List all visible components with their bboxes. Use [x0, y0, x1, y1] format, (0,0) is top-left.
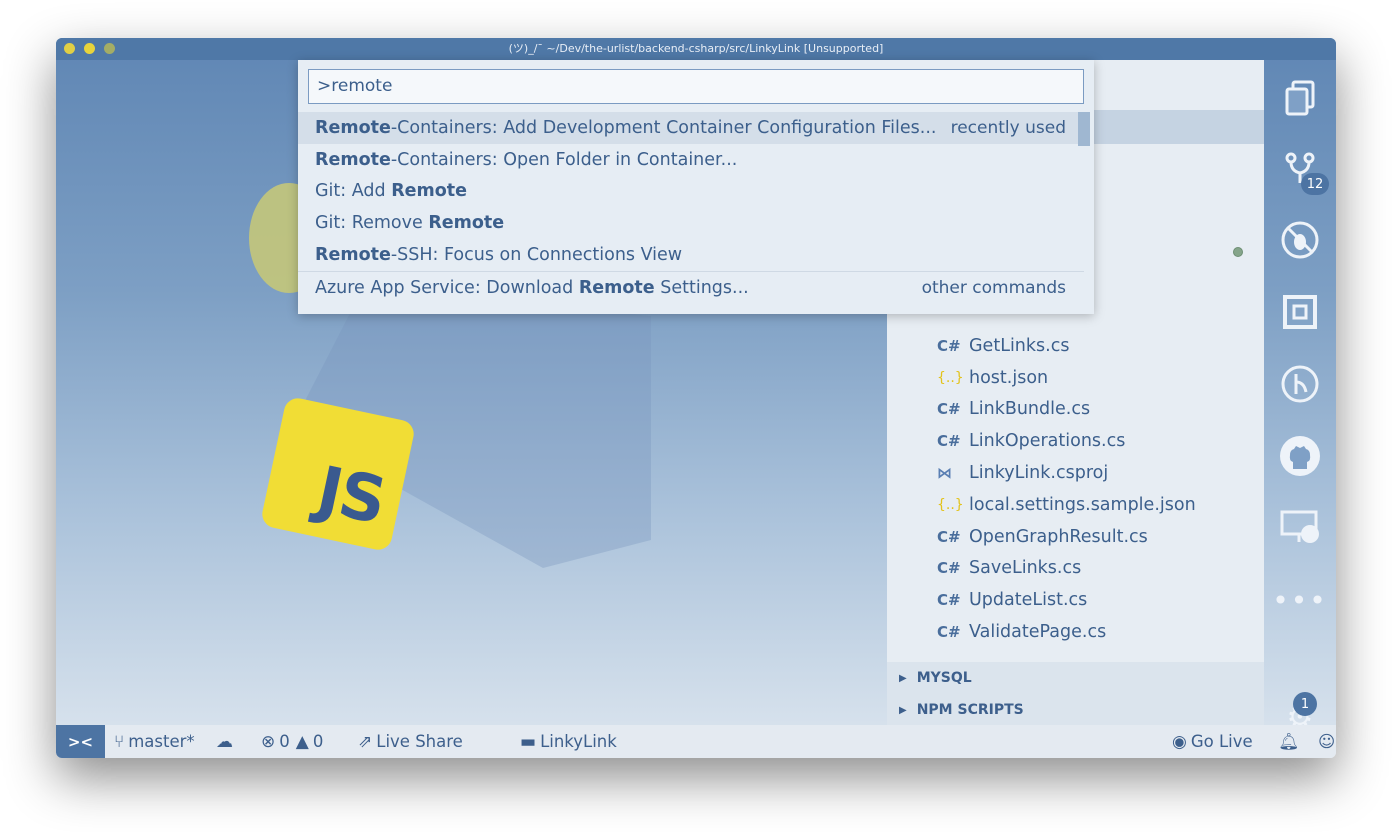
csharp-icon: C#: [937, 432, 961, 451]
file-name: LinkOperations.cs: [969, 431, 1126, 452]
recently-used-hint: recently used: [950, 117, 1066, 138]
csharp-icon: C#: [937, 559, 961, 578]
remote-indicator-button[interactable]: ><: [56, 725, 105, 758]
sync-status[interactable]: ☁: [216, 725, 237, 758]
csharp-icon: C#: [937, 623, 961, 642]
source-control-badge: 12: [1301, 173, 1329, 195]
file-item[interactable]: ⋈ LinkyLink.csproj: [887, 457, 1264, 489]
debug-icon[interactable]: [1264, 215, 1336, 265]
command-item[interactable]: Remote -Containers: Open Folder in Contai…: [298, 144, 1084, 176]
csharp-icon: C#: [937, 527, 961, 546]
file-name: GetLinks.cs: [969, 335, 1070, 356]
section-mysql[interactable]: ▶ MYSQL: [887, 662, 1264, 694]
file-name: UpdateList.cs: [969, 590, 1088, 611]
files-icon[interactable]: [1264, 73, 1336, 123]
folder-icon: ▬: [520, 731, 537, 752]
file-name: LinkyLink.csproj: [969, 463, 1109, 484]
git-branch-icon: ⑂: [114, 731, 125, 752]
js-logo: JS: [259, 395, 417, 553]
json-icon: {..}: [937, 369, 964, 386]
broadcast-icon: ◉: [1172, 731, 1187, 752]
command-palette: >remote Remote -Containers: Add Developme…: [298, 60, 1094, 314]
file-item[interactable]: {..} local.settings.sample.json: [887, 489, 1264, 521]
cloud-upload-icon: ☁: [216, 731, 233, 752]
source-control-icon[interactable]: 12: [1264, 143, 1336, 195]
branch-status[interactable]: ⑂ master*: [114, 725, 195, 758]
maximize-window-button[interactable]: [104, 43, 115, 54]
command-item[interactable]: Git: Remove Remote: [298, 207, 1084, 239]
minimize-window-button[interactable]: [84, 43, 95, 54]
section-npm-scripts[interactable]: ▶ NPM SCRIPTS: [887, 694, 1264, 726]
csharp-icon: C#: [937, 400, 961, 419]
file-item[interactable]: C# LinkBundle.cs: [887, 394, 1264, 426]
git-graph-icon[interactable]: [1264, 359, 1336, 409]
folder-status[interactable]: ▬ LinkyLink: [520, 725, 617, 758]
file-name: SaveLinks.cs: [969, 558, 1082, 579]
window-title: (ツ)_/¯ ~/Dev/the-urlist/backend-csharp/s…: [508, 42, 884, 55]
file-list: C# GetLinks.cs {..} host.json C# LinkBundle…: [887, 330, 1264, 648]
file-item[interactable]: C# LinkOperations.cs: [887, 425, 1264, 457]
warning-icon: ▲: [295, 731, 309, 752]
settings-badge: 1: [1293, 692, 1317, 716]
csharp-icon: C#: [937, 591, 961, 610]
file-item[interactable]: C# UpdateList.cs: [887, 584, 1264, 616]
modified-indicator: [1233, 247, 1243, 257]
command-palette-input[interactable]: >remote: [308, 69, 1084, 104]
command-item[interactable]: Remote -SSH: Focus on Connections View: [298, 239, 1084, 271]
file-name: local.settings.sample.json: [969, 494, 1196, 515]
file-item[interactable]: C# GetLinks.cs: [887, 330, 1264, 362]
title-bar: (ツ)_/¯ ~/Dev/the-urlist/backend-csharp/s…: [56, 38, 1336, 60]
command-palette-list: Remote -Containers: Add Development Conta…: [298, 112, 1084, 305]
go-live-button[interactable]: ◉ Go Live: [1172, 725, 1253, 758]
extensions-icon[interactable]: [1264, 287, 1336, 337]
file-item[interactable]: C# OpenGraphResult.cs: [887, 521, 1264, 553]
problems-status[interactable]: ⊗ 0 ▲ 0: [261, 725, 323, 758]
file-name: OpenGraphResult.cs: [969, 526, 1148, 547]
command-palette-scrollbar[interactable]: [1078, 112, 1090, 146]
command-item[interactable]: Remote -Containers: Add Development Conta…: [298, 112, 1084, 144]
file-name: ValidatePage.cs: [969, 622, 1107, 643]
chevron-right-icon: ▶: [899, 672, 907, 684]
more-icon[interactable]: •••: [1264, 575, 1336, 625]
command-item[interactable]: Git: Add Remote: [298, 176, 1084, 208]
file-item[interactable]: {..} host.json: [887, 362, 1264, 394]
chevron-right-icon: ▶: [899, 704, 907, 716]
bell-icon[interactable]: 🔔︎: [1278, 725, 1299, 758]
vscode-window: (ツ)_/¯ ~/Dev/the-urlist/backend-csharp/s…: [56, 38, 1336, 758]
close-window-button[interactable]: [64, 43, 75, 54]
csharp-icon: C#: [937, 336, 961, 355]
github-icon[interactable]: [1264, 431, 1336, 481]
other-commands-hint: other commands: [921, 278, 1066, 299]
json-icon: {..}: [937, 496, 964, 513]
status-bar: >< ⑂ master* ☁ ⊗ 0 ▲ 0 ⇗ Live Share ▬ LinkyLi…: [56, 725, 1336, 758]
live-share-button[interactable]: ⇗ Live Share: [358, 725, 463, 758]
error-icon: ⊗: [261, 731, 276, 752]
feedback-icon[interactable]: ☺: [1318, 725, 1335, 758]
live-share-icon: ⇗: [358, 731, 373, 752]
file-name: host.json: [969, 367, 1049, 388]
file-item[interactable]: C# SaveLinks.cs: [887, 553, 1264, 585]
command-item[interactable]: Azure App Service: Download Remote Setti…: [298, 270, 1084, 305]
file-item[interactable]: C# ValidatePage.cs: [887, 616, 1264, 648]
csproj-icon: ⋈: [937, 464, 952, 483]
activity-bar: 12 ••• ⚙ 1: [1264, 60, 1336, 735]
remote-explorer-icon[interactable]: [1264, 503, 1336, 553]
file-name: LinkBundle.cs: [969, 399, 1091, 420]
